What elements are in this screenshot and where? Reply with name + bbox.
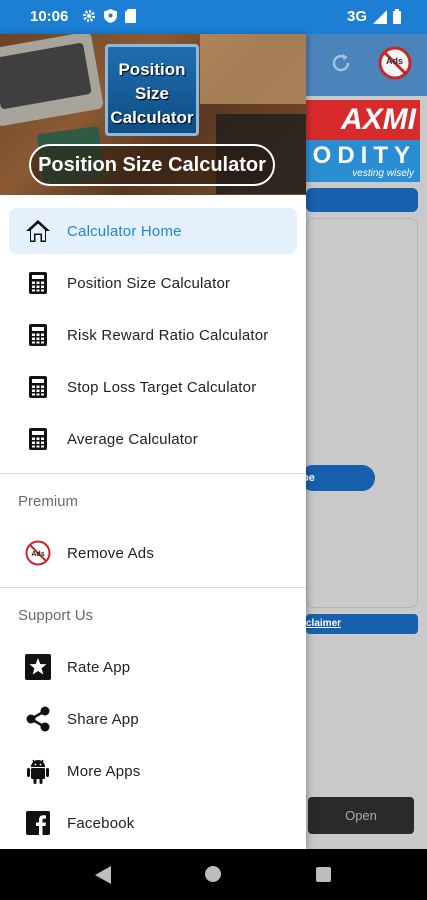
ad-banner-top[interactable]: AXMI [306, 100, 420, 140]
menu-label: Average Calculator [67, 430, 198, 448]
section-title-premium: Premium [18, 493, 79, 510]
menu-label: Position Size Calculator [67, 274, 231, 292]
back-icon[interactable] [95, 866, 111, 884]
divider [0, 473, 306, 474]
android-icon [23, 756, 53, 786]
menu-item-facebook[interactable]: Facebook [9, 800, 297, 846]
svg-text:Ads: Ads [31, 551, 44, 558]
menu-label: Rate App [67, 658, 131, 676]
no-ads-text: Ads [386, 56, 404, 66]
home-icon [23, 216, 53, 246]
recent-apps-icon[interactable] [316, 867, 331, 882]
status-right: 3G [347, 8, 401, 25]
home-button-icon[interactable] [205, 866, 221, 882]
navigation-drawer: Position Size Calculator Position Size C… [0, 34, 306, 849]
menu-item-risk-reward-ratio-calculator[interactable]: Risk Reward Ratio Calculator [9, 312, 297, 358]
section-title-support: Support Us [18, 607, 94, 624]
calculator-icon [23, 372, 53, 402]
no-ads-icon: Ads [23, 538, 53, 568]
star-icon [23, 652, 53, 682]
menu-item-position-size-calculator[interactable]: Position Size Calculator [9, 260, 297, 306]
settings-icon [83, 10, 95, 22]
disclaimer-link[interactable]: claimer [306, 614, 418, 634]
shield-icon [104, 9, 117, 23]
ad-banner-word: ODITY [312, 142, 416, 169]
menu-item-more-apps[interactable]: More Apps [9, 748, 297, 794]
menu-item-rate-app[interactable]: Rate App [9, 644, 297, 690]
ad-banner-bottom[interactable]: ODITY vesting wisely [306, 140, 420, 182]
no-ads-button[interactable]: Ads [378, 46, 412, 85]
calculator-icon [23, 320, 53, 350]
calculator-icon [23, 424, 53, 454]
menu-item-calculator-home[interactable]: Calculator Home [9, 208, 297, 254]
menu-item-remove-ads[interactable]: Ads Remove Ads [9, 530, 297, 576]
menu-label: Share App [67, 710, 139, 728]
menu-label: Stop Loss Target Calculator [67, 378, 257, 396]
menu-label: Facebook [67, 814, 135, 832]
status-notification-icons [82, 9, 136, 23]
menu-label: More Apps [67, 762, 141, 780]
signal-icon [373, 9, 387, 24]
menu-item-average-calculator[interactable]: Average Calculator [9, 416, 297, 462]
status-bar: 10:06 3G [0, 0, 427, 34]
network-type: 3G [346, 8, 367, 25]
sim-card-icon [125, 9, 136, 23]
ad-banner-tagline: vesting wisely [352, 168, 414, 179]
calculator-icon [23, 268, 53, 298]
menu-item-stop-loss-target-calculator[interactable]: Stop Loss Target Calculator [9, 364, 297, 410]
app-logo: Position Size Calculator [105, 44, 199, 136]
menu-label: Calculator Home [67, 222, 182, 240]
facebook-icon [23, 808, 53, 838]
battery-icon [393, 9, 401, 24]
background-bar [306, 188, 418, 212]
background-card [306, 218, 418, 608]
menu-item-share-app[interactable]: Share App [9, 696, 297, 742]
open-button[interactable]: Open [308, 797, 414, 834]
share-icon [23, 704, 53, 734]
divider [0, 587, 306, 588]
menu-label: Remove Ads [67, 544, 155, 562]
status-time: 10:06 [30, 8, 69, 25]
drawer-title: Position Size Calculator [29, 144, 275, 186]
drawer-header: Position Size Calculator Position Size C… [0, 34, 306, 195]
background-pill-button[interactable]: pe [300, 465, 375, 491]
menu-label: Risk Reward Ratio Calculator [67, 326, 269, 344]
header-desk-image [200, 34, 306, 104]
refresh-icon[interactable] [328, 50, 354, 76]
